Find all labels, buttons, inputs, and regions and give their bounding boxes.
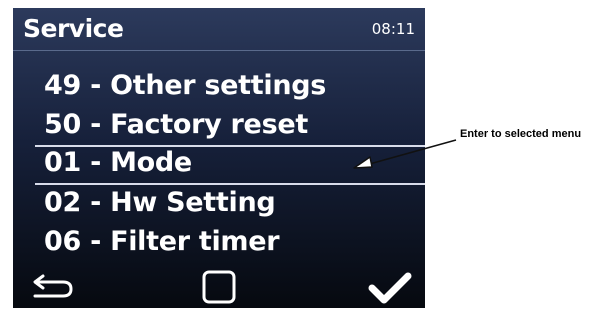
square-icon <box>202 270 236 304</box>
header-bar: Service 08:11 <box>13 8 425 51</box>
annotation-label: Enter to selected menu <box>460 128 582 140</box>
center-button[interactable] <box>202 270 238 308</box>
menu-item-filter-timer[interactable]: 06 - Filter timer <box>44 226 280 257</box>
page-title: Service <box>23 14 124 43</box>
checkmark-icon <box>368 272 412 304</box>
back-button[interactable] <box>31 272 77 304</box>
menu-item-other-settings[interactable]: 49 - Other settings <box>44 70 326 101</box>
menu-item-hw-setting[interactable]: 02 - Hw Setting <box>44 187 276 218</box>
menu-item-factory-reset[interactable]: 50 - Factory reset <box>44 109 308 140</box>
selection-bottom-line <box>35 183 425 185</box>
back-arrow-icon <box>33 274 73 298</box>
annotation-arrow-icon <box>353 139 457 169</box>
confirm-button[interactable] <box>368 270 412 308</box>
menu-item-mode-selected[interactable]: 01 - Mode <box>44 147 192 178</box>
clock-time: 08:11 <box>371 20 415 38</box>
